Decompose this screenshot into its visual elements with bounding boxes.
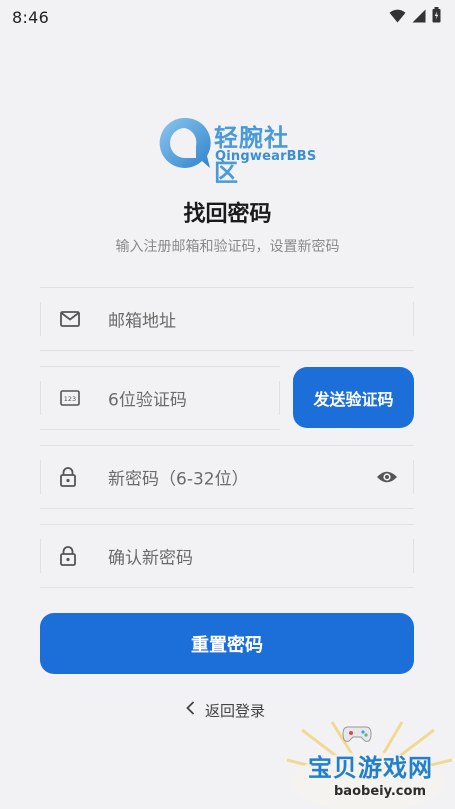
status-bar: 8:46 xyxy=(0,0,455,34)
page-subtitle: 输入注册邮箱和验证码，设置新密码 xyxy=(115,239,340,255)
code-input[interactable]: 6位验证码 xyxy=(108,386,187,411)
lock-icon xyxy=(60,467,76,487)
wifi-icon xyxy=(389,8,406,27)
back-to-login-link[interactable]: 返回登录 xyxy=(186,699,265,721)
logo-subtitle: QingwearBBS xyxy=(215,149,317,164)
page-title: 找回密码 xyxy=(183,202,272,227)
reset-password-button[interactable]: 重置密码 xyxy=(40,613,414,674)
confirm-password-field[interactable]: 确认新密码 xyxy=(40,524,414,588)
chat-bubble-logo-icon xyxy=(159,117,211,168)
watermark: 宝贝游戏网 baobeiy.com xyxy=(282,720,455,809)
gamepad-icon xyxy=(342,726,372,742)
email-input[interactable]: 邮箱地址 xyxy=(108,307,176,332)
signal-icon xyxy=(412,8,426,27)
mail-icon xyxy=(60,311,80,327)
svg-text:123: 123 xyxy=(64,395,76,403)
confirm-password-input[interactable]: 确认新密码 xyxy=(108,544,193,569)
back-to-login-label: 返回登录 xyxy=(205,701,266,720)
chevron-left-icon xyxy=(186,701,195,719)
code-field[interactable]: 123 6位验证码 xyxy=(40,366,280,430)
code-123-icon: 123 xyxy=(60,390,80,406)
send-code-button[interactable]: 发送验证码 xyxy=(293,367,414,428)
app-logo: 轻腕社区 QingwearBBS xyxy=(158,112,316,187)
lock-icon xyxy=(60,546,76,566)
battery-icon xyxy=(432,7,441,27)
watermark-text: 宝贝游戏网 xyxy=(308,754,433,782)
watermark-url: baobeiy.com xyxy=(334,784,426,799)
status-time: 8:46 xyxy=(12,7,50,27)
eye-icon[interactable] xyxy=(376,470,398,484)
email-field[interactable]: 邮箱地址 xyxy=(40,287,414,351)
new-password-field[interactable]: 新密码（6-32位） xyxy=(40,445,414,509)
new-password-input[interactable]: 新密码（6-32位） xyxy=(108,465,249,490)
status-icons xyxy=(389,7,441,27)
